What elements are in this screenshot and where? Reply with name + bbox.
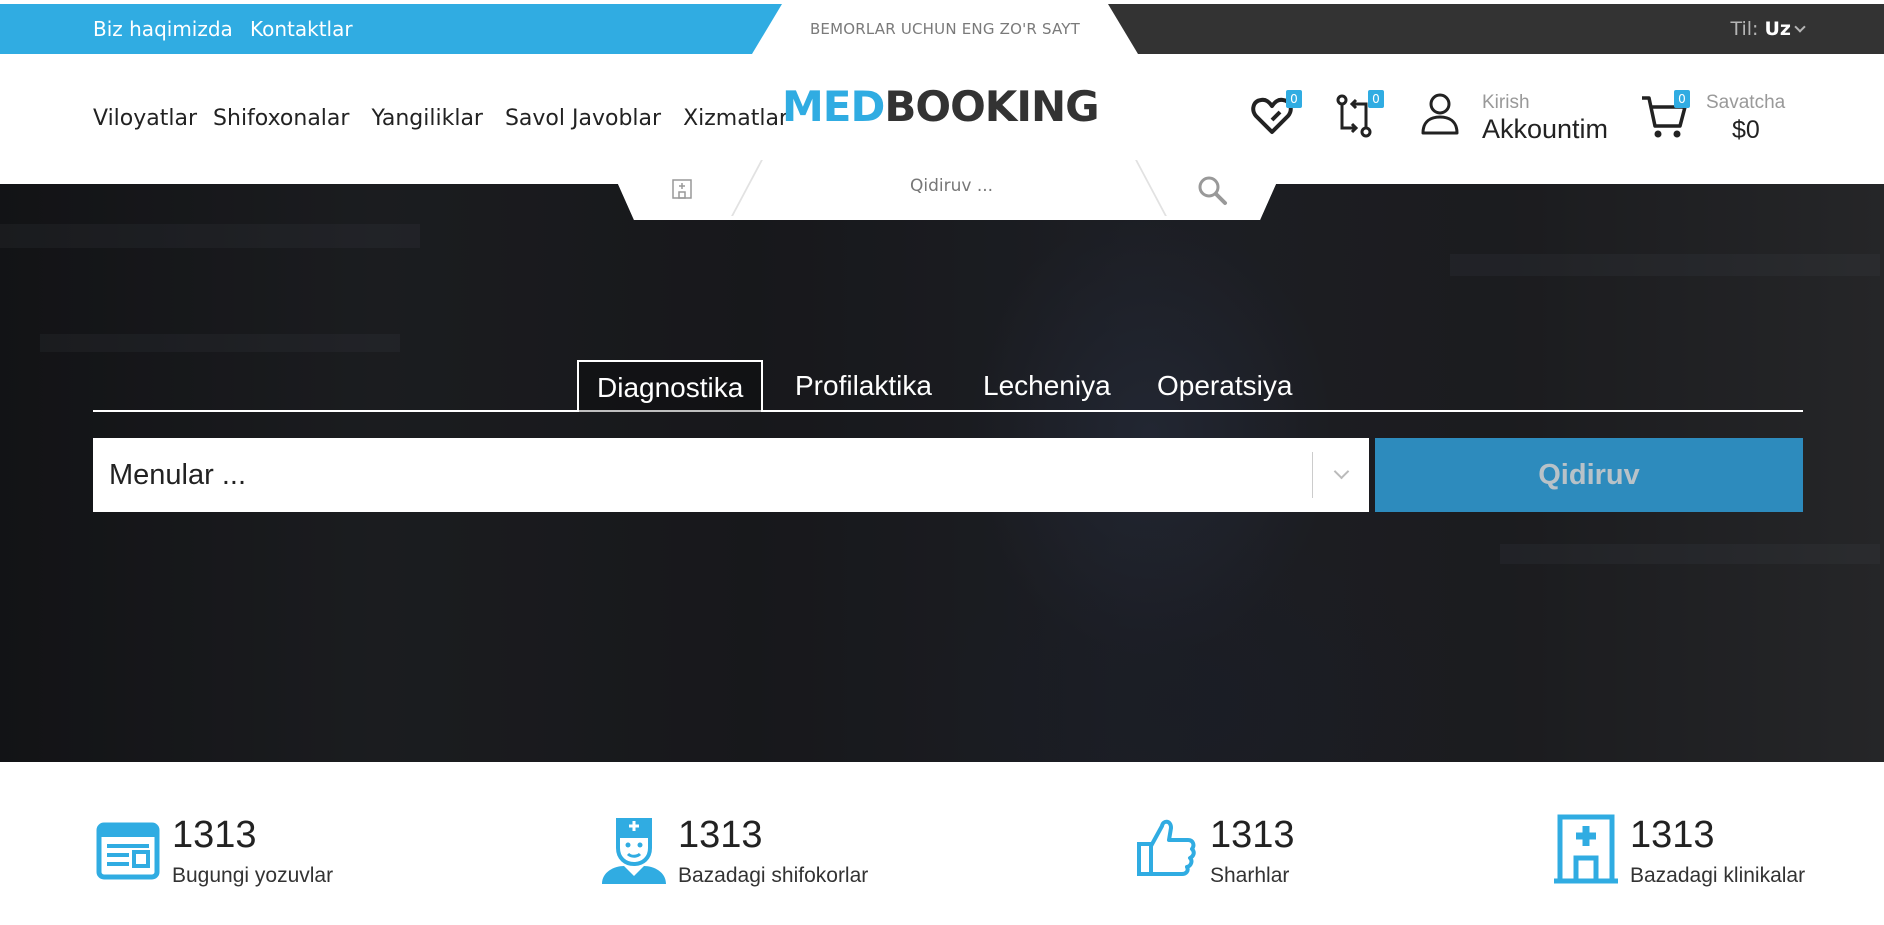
language-value: Uz xyxy=(1764,18,1792,40)
stat-doctors-number: 1313 xyxy=(678,814,763,856)
menu-select[interactable]: Menular ... xyxy=(93,438,1369,512)
nav-item-hospitals[interactable]: Shifoxonalar xyxy=(213,106,349,131)
tagline-banner: BEMORLAR UCHUN ENG ZO'R SAYT xyxy=(752,4,1138,54)
about-link[interactable]: Biz haqimizda xyxy=(93,4,233,54)
stat-clinics-number: 1313 xyxy=(1630,814,1715,856)
hero-search-button[interactable]: Qidiruv xyxy=(1375,438,1803,512)
stat-doctors-label: Bazadagi shifokorlar xyxy=(678,864,869,887)
language-selector[interactable]: Til: Uz xyxy=(1730,4,1806,54)
logo-med: MED xyxy=(782,82,885,131)
nav-item-regions[interactable]: Viloyatlar xyxy=(93,106,197,131)
top-bar: BEMORLAR UCHUN ENG ZO'R SAYT Biz haqimiz… xyxy=(0,4,1884,54)
menu-select-value: Menular ... xyxy=(109,459,246,491)
tab-operatsiya[interactable]: Operatsiya xyxy=(1139,360,1310,412)
language-label: Til: xyxy=(1730,18,1759,40)
compare-button[interactable]: 0 xyxy=(1334,90,1384,142)
wishlist-button[interactable]: 0 xyxy=(1250,90,1302,142)
account-button[interactable] xyxy=(1420,91,1460,139)
search-icon[interactable] xyxy=(1196,174,1228,210)
header-search-input[interactable]: Qidiruv ... xyxy=(910,176,993,196)
select-divider xyxy=(1312,452,1313,498)
hospital-icon xyxy=(670,178,694,204)
cart-label[interactable]: Savatcha xyxy=(1706,92,1785,114)
wishlist-count: 0 xyxy=(1286,90,1302,108)
logo-booking: BOOKING xyxy=(884,82,1099,131)
tab-diagnostika[interactable]: Diagnostika xyxy=(577,360,764,412)
stat-reviews-number: 1313 xyxy=(1210,814,1295,856)
login-label[interactable]: Kirish xyxy=(1482,92,1530,114)
doctor-icon xyxy=(602,818,666,884)
stat-records-label: Bugungi yozuvlar xyxy=(172,864,334,887)
main-nav: Viloyatlar Shifoxonalar Yangiliklar Savo… xyxy=(93,106,788,131)
cart-total[interactable]: $0 xyxy=(1732,116,1760,145)
stat-records-number: 1313 xyxy=(172,814,257,856)
chevron-down-icon xyxy=(1794,21,1806,33)
cart-button[interactable]: 0 xyxy=(1640,90,1690,144)
contacts-link[interactable]: Kontaktlar xyxy=(250,4,353,54)
hospital-building-icon xyxy=(1554,814,1618,884)
tab-profilaktika[interactable]: Profilaktika xyxy=(777,360,950,412)
service-tabs: Diagnostika Profilaktika Lecheniya Opera… xyxy=(93,360,1803,412)
tagline: BEMORLAR UCHUN ENG ZO'R SAYT xyxy=(809,20,1081,38)
site-logo[interactable]: MEDBOOKING xyxy=(782,82,1100,131)
hero-banner: Diagnostika Profilaktika Lecheniya Opera… xyxy=(0,184,1884,762)
nav-item-faq[interactable]: Savol Javoblar xyxy=(505,106,661,131)
cart-count: 0 xyxy=(1674,90,1690,108)
account-label[interactable]: Akkountim xyxy=(1482,114,1608,145)
stats-section: 1313 Bugungi yozuvlar 1313 Bazadagi shif… xyxy=(0,762,1884,925)
nav-item-news[interactable]: Yangiliklar xyxy=(371,106,483,131)
user-icon xyxy=(1421,93,1459,135)
stat-clinics-label: Bazadagi klinikalar xyxy=(1630,864,1806,887)
thumbs-up-icon xyxy=(1137,819,1196,876)
newspaper-icon xyxy=(96,822,160,880)
tab-lecheniya[interactable]: Lecheniya xyxy=(965,360,1129,412)
chevron-down-icon xyxy=(1333,463,1350,480)
compare-count: 0 xyxy=(1368,90,1384,108)
stat-reviews-label: Sharhlar xyxy=(1210,864,1290,887)
nav-item-services[interactable]: Xizmatlar xyxy=(683,106,788,131)
